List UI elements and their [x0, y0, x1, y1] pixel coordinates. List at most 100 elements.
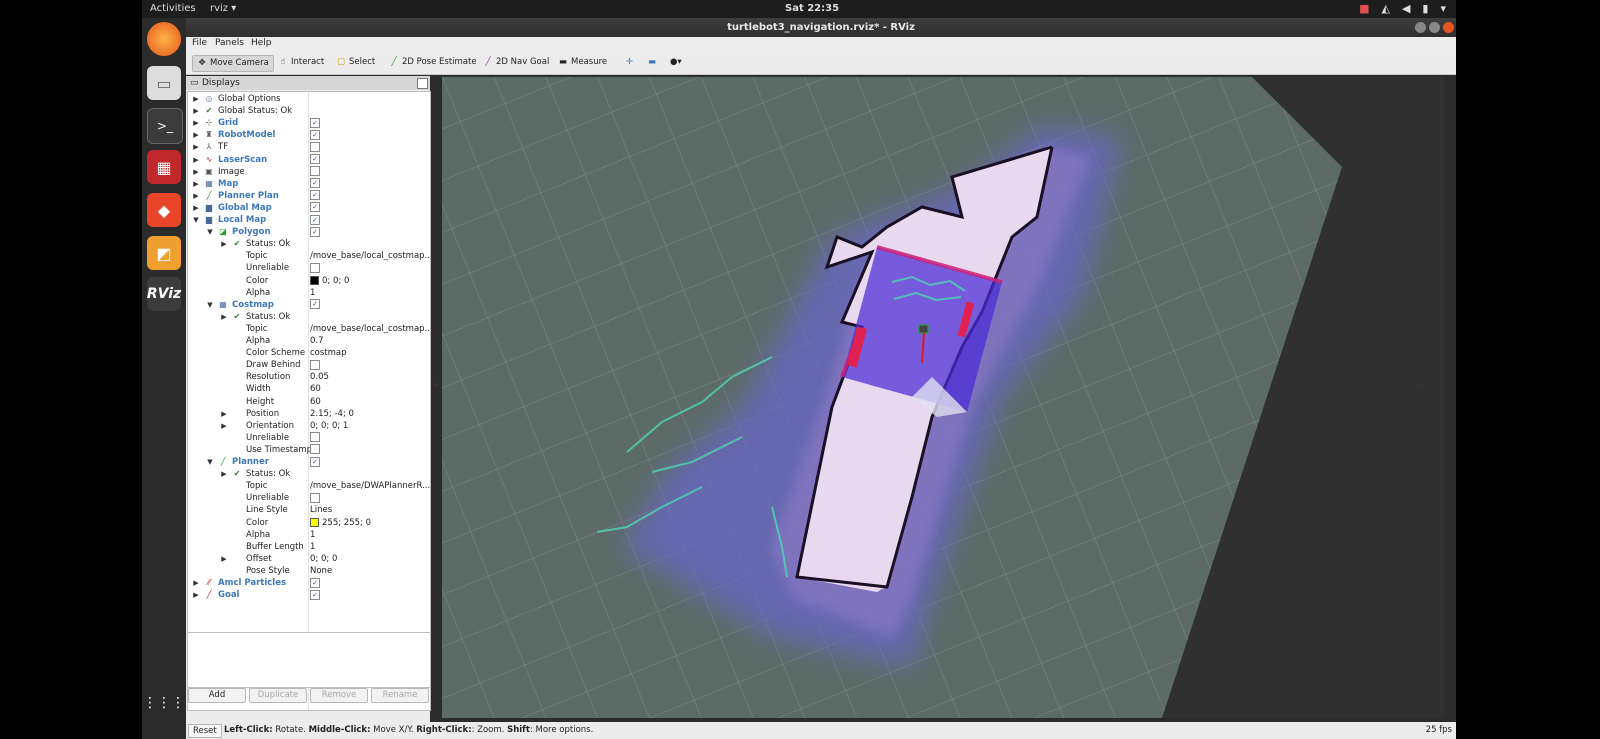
display-property-value[interactable]	[310, 492, 320, 504]
collapse-arrow-icon[interactable]: ▶	[192, 105, 200, 117]
display-tree-row[interactable]: Resolution 0.05	[188, 371, 430, 383]
display-property-value[interactable]	[310, 359, 320, 371]
collapse-arrow-icon[interactable]: ▶	[192, 589, 200, 601]
display-property-value[interactable]: /move_base/DWAPlannerR...	[310, 480, 430, 492]
display-tree-row[interactable]: ▶ Orientation 0; 0; 0; 1	[188, 420, 430, 432]
display-property-value[interactable]	[310, 166, 320, 178]
display-property-value[interactable]: 1	[310, 529, 315, 541]
display-tree-row[interactable]: ▼ ▆ Local Map ✓	[188, 214, 430, 226]
menu-help[interactable]: Help	[251, 38, 272, 48]
collapse-arrow-icon[interactable]: ▶	[220, 468, 228, 480]
visibility-checkbox[interactable]: ✓	[310, 154, 320, 164]
visibility-checkbox[interactable]: ✓	[310, 190, 320, 201]
collapse-arrow-icon[interactable]: ▶	[220, 420, 228, 432]
remove-button[interactable]: Remove	[310, 688, 368, 703]
rviz-icon[interactable]: RViz	[147, 277, 181, 311]
display-tree-row[interactable]: ▶ ▆ Global Map ✓	[188, 202, 430, 214]
display-property-value[interactable]: ✓	[310, 178, 320, 190]
interact-tool[interactable]: ☝ Interact	[274, 55, 328, 70]
display-tree-row[interactable]: Pose Style None	[188, 565, 430, 577]
display-tree-row[interactable]: Color 0; 0; 0	[188, 275, 430, 287]
add-button[interactable]: Add	[188, 688, 246, 703]
duplicate-button[interactable]: Duplicate	[249, 688, 307, 703]
display-tree-row[interactable]: Unreliable	[188, 432, 430, 444]
color-swatch[interactable]	[310, 517, 319, 527]
display-property-value[interactable]: ✓	[310, 577, 320, 589]
visibility-checkbox[interactable]	[310, 432, 320, 443]
box-app-icon[interactable]: ◩	[147, 236, 181, 270]
visibility-checkbox[interactable]: ✓	[310, 299, 320, 310]
display-tree-row[interactable]: Topic/move_base/local_costmap...	[188, 323, 430, 335]
undock-button[interactable]	[417, 78, 428, 89]
collapse-arrow-icon[interactable]: ▶	[192, 190, 200, 202]
display-property-value[interactable]: 0; 0; 0	[310, 275, 349, 287]
remove-tool-button[interactable]: ▬	[644, 55, 660, 70]
display-tree-row[interactable]: Alpha 0.7	[188, 335, 430, 347]
display-tree-row[interactable]: ▼ ╱ Planner ✓	[188, 456, 430, 468]
display-property-value[interactable]: 0.05	[310, 371, 329, 383]
visibility-checkbox[interactable]	[310, 166, 320, 177]
firefox-icon[interactable]	[147, 22, 181, 56]
display-property-value[interactable]: 0; 0; 0	[310, 553, 337, 565]
collapse-arrow-icon[interactable]: ▶	[220, 238, 228, 250]
display-tree-row[interactable]: Alpha 1	[188, 529, 430, 541]
visibility-checkbox[interactable]	[310, 141, 320, 152]
camera-icon[interactable]: ■	[1359, 2, 1369, 15]
volume-icon[interactable]: ◀	[1402, 2, 1410, 15]
display-tree-row[interactable]: Width 60	[188, 383, 430, 395]
expand-arrow-icon[interactable]: ▼	[192, 214, 200, 226]
display-tree-row[interactable]: ▶ ▦ Map ✓	[188, 178, 430, 190]
display-tree-row[interactable]: Topic/move_base/local_costmap...	[188, 250, 430, 262]
display-property-value[interactable]: 1	[310, 287, 315, 299]
color-swatch[interactable]	[310, 275, 319, 285]
display-tree-row[interactable]: ▶ Position 2.15; -4; 0	[188, 408, 430, 420]
right-panel-collapse-handle[interactable]: ◀	[1418, 380, 1424, 389]
maximize-button[interactable]	[1429, 22, 1440, 33]
visibility-checkbox[interactable]	[310, 359, 320, 370]
collapse-arrow-icon[interactable]: ▶	[192, 129, 200, 141]
collapse-arrow-icon[interactable]: ▶	[192, 178, 200, 190]
display-tree-row[interactable]: ▶ ✔ Status: Ok	[188, 238, 430, 250]
collapse-arrow-icon[interactable]: ▶	[192, 117, 200, 129]
display-tree-row[interactable]: ▼ ▦ Costmap ✓	[188, 299, 430, 311]
display-property-value[interactable]: ✓	[310, 456, 320, 468]
display-tree-row[interactable]: ▶ ◎ Global Options	[188, 93, 430, 105]
visibility-checkbox[interactable]: ✓	[310, 226, 320, 237]
expand-arrow-icon[interactable]: ▼	[206, 226, 214, 238]
display-property-value[interactable]: /move_base/local_costmap...	[310, 250, 430, 262]
menu-panels[interactable]: Panels	[215, 38, 244, 48]
3d-viewport[interactable]	[442, 77, 1444, 718]
display-tree-row[interactable]: Color 255; 255; 0	[188, 517, 430, 529]
display-property-value[interactable]: ✓	[310, 202, 320, 214]
display-tree-row[interactable]: ▶ ✔ Status: Ok	[188, 468, 430, 480]
terminal-icon[interactable]: >_	[147, 108, 183, 144]
minimize-button[interactable]	[1415, 22, 1426, 33]
display-tree-row[interactable]: ▶ ╱ Planner Plan ✓	[188, 190, 430, 202]
display-property-value[interactable]	[310, 141, 320, 153]
collapse-arrow-icon[interactable]: ▶	[220, 553, 228, 565]
visibility-checkbox[interactable]: ✓	[310, 202, 320, 213]
chevron-down-icon[interactable]: ▾	[1440, 2, 1446, 15]
display-tree-row[interactable]: Alpha 1	[188, 287, 430, 299]
visibility-checkbox[interactable]: ✓	[310, 577, 320, 588]
collapse-arrow-icon[interactable]: ▶	[192, 93, 200, 105]
display-tree-row[interactable]: ▶ ⁄⁄ Amcl Particles ✓	[188, 577, 430, 589]
select-tool[interactable]: ▢ Select	[332, 55, 379, 70]
display-property-value[interactable]: ✓	[310, 129, 320, 141]
file-manager-icon[interactable]: ▭	[147, 66, 181, 100]
display-tree-row[interactable]: Unreliable	[188, 262, 430, 274]
display-tree-row[interactable]: ▶ ▣ Image	[188, 166, 430, 178]
camera-type-button[interactable]: ●▾	[666, 55, 686, 70]
nav-goal-tool[interactable]: ╱ 2D Nav Goal	[479, 55, 553, 70]
display-property-value[interactable]: 60	[310, 383, 321, 395]
display-tree-row[interactable]: Line Style Lines	[188, 504, 430, 516]
display-tree-row[interactable]: Buffer Length 1	[188, 541, 430, 553]
visibility-checkbox[interactable]: ✓	[310, 456, 320, 467]
app-menu[interactable]: rviz ▾	[210, 3, 236, 14]
display-property-value[interactable]: 60	[310, 396, 321, 408]
display-property-value[interactable]: 255; 255; 0	[310, 517, 371, 529]
collapse-arrow-icon[interactable]: ▶	[220, 311, 228, 323]
display-property-value[interactable]: 1	[310, 541, 315, 553]
display-tree-row[interactable]: ▶ Offset 0; 0; 0	[188, 553, 430, 565]
display-property-value[interactable]	[310, 444, 320, 456]
